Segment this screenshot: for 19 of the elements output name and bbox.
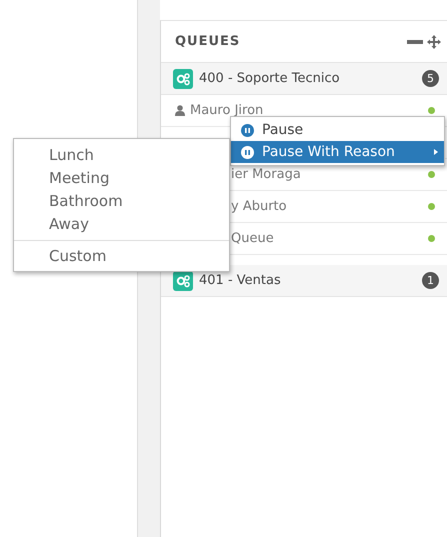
member-name: Mauro Jiron xyxy=(190,103,264,118)
menu-item[interactable]: Pause xyxy=(231,119,444,141)
member-name: y Aburto xyxy=(231,199,288,214)
panel-title: QUEUES xyxy=(175,34,240,49)
member-name: Queue xyxy=(231,231,275,246)
queue-name: 400 - Soporte Tecnico xyxy=(199,71,341,86)
person-icon xyxy=(175,105,185,116)
pause-icon xyxy=(241,146,254,158)
gears-icon xyxy=(173,68,193,88)
minimize-icon[interactable] xyxy=(407,38,423,44)
member-count: 1 xyxy=(422,272,439,289)
menu-item[interactable]: Pause With Reason xyxy=(231,141,444,163)
queue-name: 401 - Ventas xyxy=(199,273,282,288)
member-count: 5 xyxy=(422,70,439,87)
pause-icon xyxy=(241,124,254,136)
queue-header[interactable]: 400 - Soporte Tecnico 5 xyxy=(161,63,447,95)
queue-header[interactable]: 401 - Ventas 1 xyxy=(161,265,447,297)
move-icon[interactable] xyxy=(427,34,441,48)
member-name: ier Moraga xyxy=(231,167,302,182)
